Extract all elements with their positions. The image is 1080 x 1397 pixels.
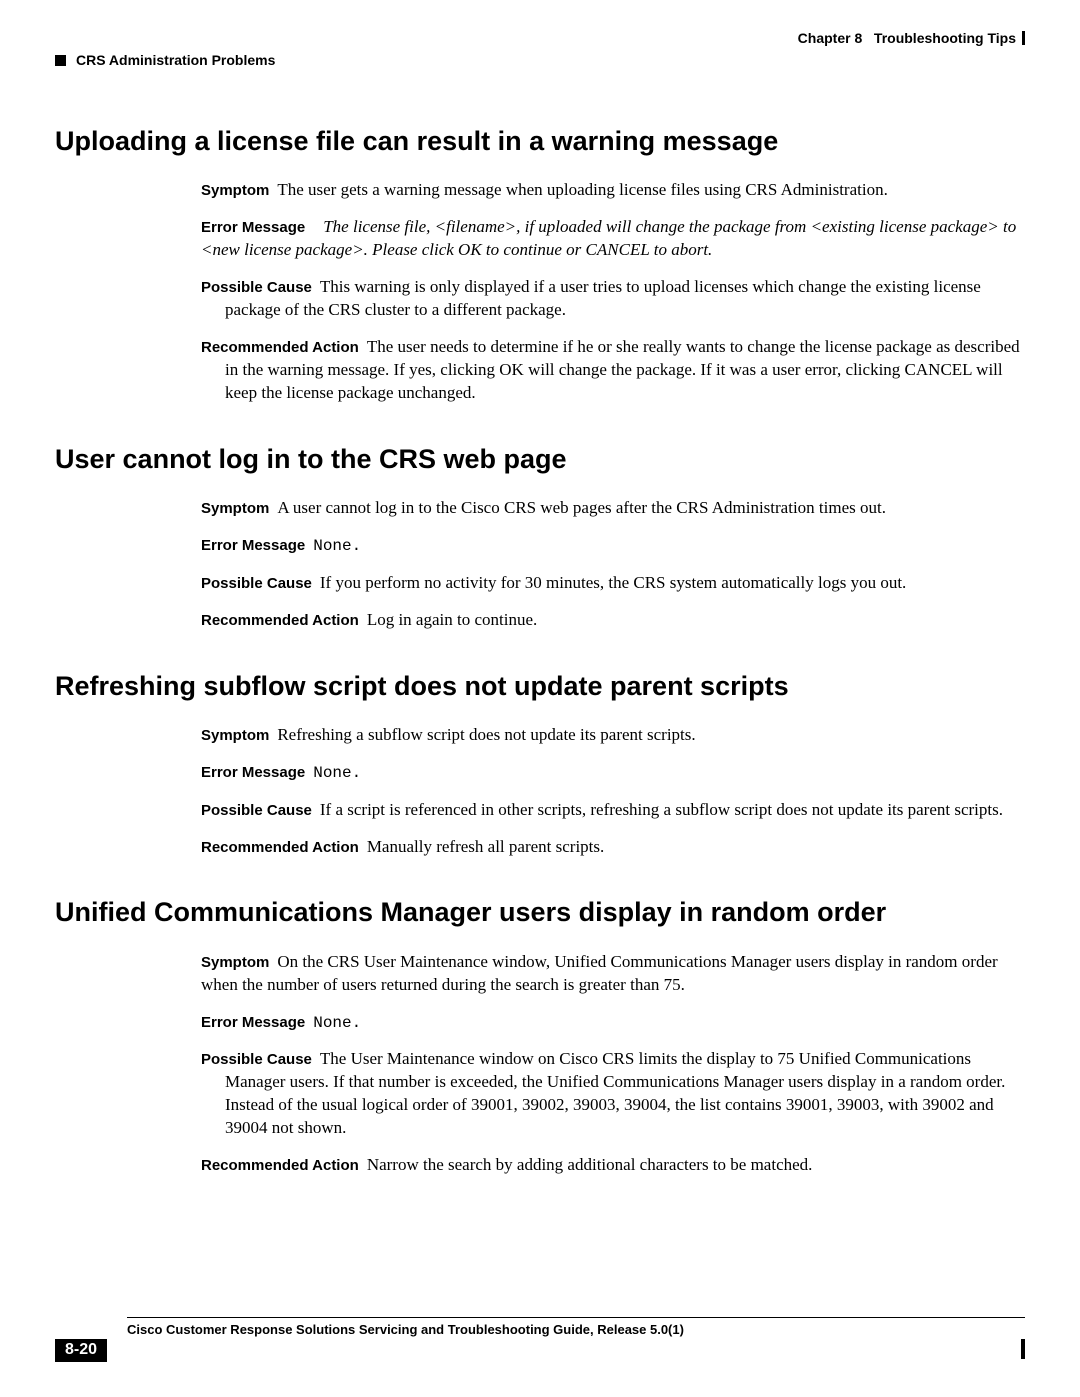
action-label: Recommended Action <box>201 1157 359 1174</box>
error-row: Error Message None. <box>201 761 1025 785</box>
running-section-text: CRS Administration Problems <box>76 52 275 68</box>
section-body: Symptom Refreshing a subflow script does … <box>201 724 1025 858</box>
symptom-row: Symptom A user cannot log in to the Cisco… <box>201 497 1025 520</box>
error-label: Error Message <box>201 537 305 554</box>
symptom-row: SymptomOn the CRS User Maintenance windo… <box>201 951 1025 997</box>
page-footer: Cisco Customer Response Solutions Servic… <box>55 1317 1025 1367</box>
symptom-text: Refreshing a subflow script does not upd… <box>277 725 695 744</box>
cause-text: If a script is referenced in other scrip… <box>320 800 1003 819</box>
error-label: Error Message <box>201 219 305 236</box>
error-row: Error Message None. <box>201 534 1025 558</box>
page-number: 8-20 <box>55 1339 107 1362</box>
action-text: Log in again to continue. <box>367 610 537 629</box>
chapter-number: Chapter 8 <box>798 30 863 46</box>
section-body: SymptomOn the CRS User Maintenance windo… <box>201 951 1025 1177</box>
action-text: Narrow the search by adding additional c… <box>367 1155 813 1174</box>
footer-doc-title: Cisco Customer Response Solutions Servic… <box>127 1322 1025 1337</box>
symptom-label: Symptom <box>201 954 269 971</box>
action-text: Manually refresh all parent scripts. <box>367 837 604 856</box>
section-body: Symptom A user cannot log in to the Cisco… <box>201 497 1025 631</box>
cause-label: Possible Cause <box>201 802 312 819</box>
cause-text: The User Maintenance window on Cisco CRS… <box>225 1049 1005 1137</box>
symptom-label: Symptom <box>201 182 269 199</box>
symptom-text: A user cannot log in to the Cisco CRS we… <box>277 498 886 517</box>
symptom-text: The user gets a warning message when upl… <box>277 180 887 199</box>
cause-label: Possible Cause <box>201 1051 312 1068</box>
section-heading: User cannot log in to the CRS web page <box>55 443 1025 475</box>
chapter-title: Troubleshooting Tips <box>874 30 1016 46</box>
error-label: Error Message <box>201 764 305 781</box>
error-label: Error Message <box>201 1014 305 1031</box>
cause-label: Possible Cause <box>201 279 312 296</box>
error-row: Error MessageThe license file, <filename… <box>201 216 1025 262</box>
error-none: None. <box>313 1014 361 1032</box>
cause-row: Possible Cause If you perform no activity… <box>201 572 1025 595</box>
error-row: Error Message None. <box>201 1011 1025 1035</box>
action-label: Recommended Action <box>201 339 359 356</box>
error-none: None. <box>313 537 361 555</box>
action-row: Recommended ActionThe user needs to dete… <box>201 336 1025 405</box>
symptom-text: On the CRS User Maintenance window, Unif… <box>201 952 998 994</box>
section-heading: Refreshing subflow script does not updat… <box>55 670 1025 702</box>
content-area: Uploading a license file can result in a… <box>55 125 1025 1215</box>
error-none: None. <box>313 764 361 782</box>
error-text: The license file, <filename>, if uploade… <box>201 217 1016 259</box>
cause-text: This warning is only displayed if a user… <box>225 277 981 319</box>
action-label: Recommended Action <box>201 839 359 856</box>
footer-rule <box>127 1317 1025 1318</box>
action-row: Recommended Action Narrow the search by a… <box>201 1154 1025 1177</box>
page-header: Chapter 8 Troubleshooting Tips CRS Admin… <box>55 30 1025 60</box>
cause-label: Possible Cause <box>201 575 312 592</box>
symptom-row: Symptom Refreshing a subflow script does … <box>201 724 1025 747</box>
section-heading: Unified Communications Manager users dis… <box>55 896 1025 928</box>
section-body: Symptom The user gets a warning message w… <box>201 179 1025 405</box>
symptom-label: Symptom <box>201 727 269 744</box>
footer-bar-icon <box>1021 1339 1025 1359</box>
header-bar-icon <box>1022 31 1025 45</box>
action-row: Recommended Action Log in again to contin… <box>201 609 1025 632</box>
document-page: Chapter 8 Troubleshooting Tips CRS Admin… <box>55 30 1025 1367</box>
action-row: Recommended Action Manually refresh all p… <box>201 836 1025 859</box>
cause-text: If you perform no activity for 30 minute… <box>320 573 906 592</box>
symptom-row: Symptom The user gets a warning message w… <box>201 179 1025 202</box>
cause-row: Possible Cause If a script is referenced … <box>201 799 1025 822</box>
cause-row: Possible CauseThis warning is only displ… <box>201 276 1025 322</box>
running-section-label: CRS Administration Problems <box>55 52 275 68</box>
action-label: Recommended Action <box>201 612 359 629</box>
symptom-label: Symptom <box>201 500 269 517</box>
section-heading: Uploading a license file can result in a… <box>55 125 1025 157</box>
cause-row: Possible CauseThe User Maintenance windo… <box>201 1048 1025 1140</box>
square-bullet-icon <box>55 55 66 66</box>
chapter-label: Chapter 8 Troubleshooting Tips <box>798 30 1025 46</box>
